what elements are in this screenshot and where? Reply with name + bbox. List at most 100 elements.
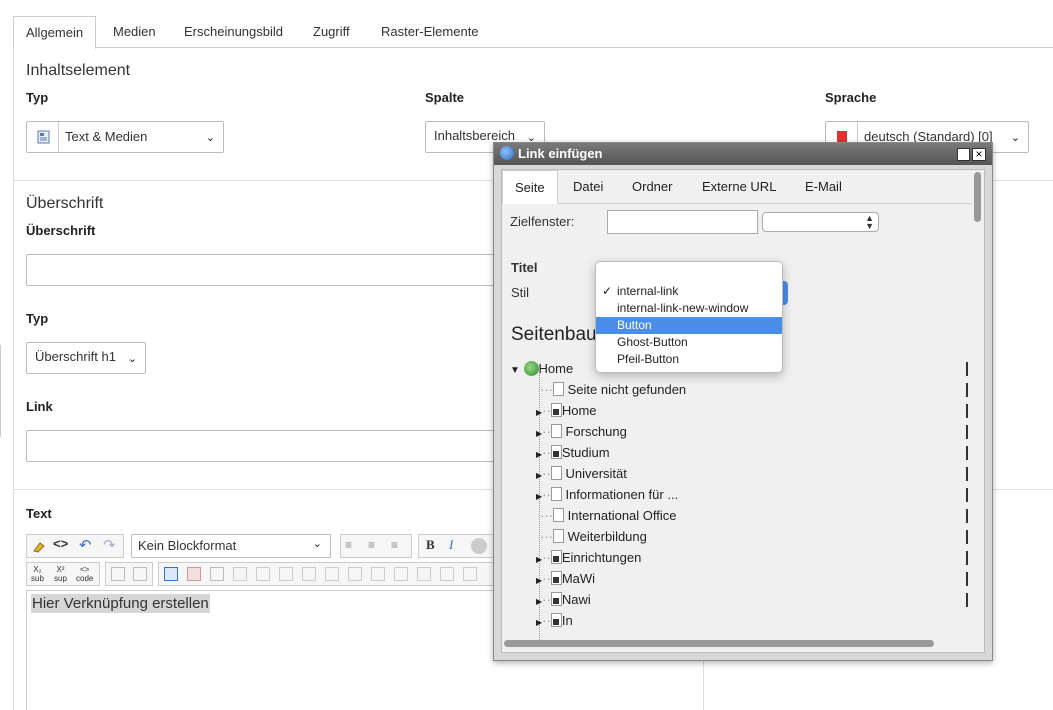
typ-select-value: Text & Medien [65,129,148,144]
tree-item-label: Nawi [561,592,591,607]
blockquote-icon[interactable] [111,567,125,581]
stil-option-pfeil-button[interactable]: Pfeil-Button [596,351,782,368]
rte-toolbar-row-1: <> ↶ ↷ Kein Blockformat ⌄ ≡ ≡ ≡ B I [26,534,496,558]
chevron-down-icon: ⌄ [127,353,137,365]
stil-option-button[interactable]: Button [596,317,782,334]
tree-root[interactable]: ▼ Home [510,358,573,379]
header-typ-select[interactable]: Überschrift h1 ⌄ [26,342,146,374]
vertical-scrollbar-thumb[interactable] [974,172,981,222]
row-insert-after-icon[interactable] [256,567,270,581]
tree-item-label: Informationen für ... [565,487,679,502]
tree-item[interactable]: ▶·· Studium [536,442,610,463]
page-icon [553,508,564,522]
align-left-icon[interactable]: ≡ [345,538,352,552]
zielfenster-select[interactable]: ▲ ▼ [762,212,879,232]
col-insert-after-icon[interactable] [348,567,362,581]
align-group: ≡ ≡ ≡ [340,534,412,558]
link-dialog-titlebar[interactable]: Link einfügen × [494,143,992,165]
stil-option-ghost-button[interactable]: Ghost-Button [596,334,782,351]
tree-item[interactable]: ··· Seite nicht gefunden [540,379,686,400]
tab-medien[interactable]: Medien [101,16,168,48]
table-icon[interactable] [164,567,178,581]
dialog-tab-ordner[interactable]: Ordner [620,170,684,204]
tree-item[interactable]: ··· International Office [540,505,677,526]
italic-icon[interactable]: I [449,537,453,553]
col-insert-icon[interactable] [325,567,339,581]
tree-item-label: Seite nicht gefunden [567,382,687,397]
chevron-down-icon: ⌄ [312,538,322,550]
tab-allgemein[interactable]: Allgemein [13,16,97,49]
tree-item[interactable]: ▶·· Universität [536,463,627,484]
shortcut-page-icon [550,592,562,606]
dialog-tab-bar: Seite Datei Ordner Externe URL E-Mail [502,170,972,204]
tree-root-label: Home [538,361,574,376]
blockformat-select[interactable]: Kein Blockformat ⌄ [131,534,331,558]
source-code-icon[interactable]: <> [53,536,68,551]
dialog-tab-externe-url[interactable]: Externe URL [690,170,788,204]
cell-insert-icon[interactable] [440,567,454,581]
dialog-tab-seite[interactable]: Seite [502,170,558,204]
tab-zugriff[interactable]: Zugriff [301,16,362,48]
table-props-icon[interactable] [187,567,201,581]
close-icon[interactable]: × [972,148,986,161]
cell-props-icon[interactable] [417,567,431,581]
align-center-icon[interactable]: ≡ [368,538,375,552]
stil-option-internal-link[interactable]: ✓ internal-link [596,283,782,300]
tree-item-label: International Office [567,508,677,523]
tree-item[interactable]: ··· Weiterbildung [540,526,647,547]
code-icon[interactable]: <> code [76,565,93,583]
ueberschrift-label: Überschrift [26,223,96,238]
expand-down-icon[interactable]: ▼ [510,365,520,376]
select-arrows-icon: ▲ ▼ [865,213,874,231]
link-input[interactable] [26,430,496,462]
bold-icon[interactable]: B [426,537,435,553]
dialog-tab-datei[interactable]: Datei [561,170,615,204]
justify-icon[interactable]: ≡ [391,538,398,552]
header-typ-value: Überschrift h1 [35,349,116,364]
tree-item[interactable]: ▶·· Home [536,400,597,421]
shortcut-page-icon [550,550,562,564]
row-props-icon[interactable] [210,567,224,581]
chevron-down-icon: ⌄ [205,132,215,144]
shortcut-page-icon [550,613,562,627]
clean-format-icon[interactable] [31,538,47,554]
zielfenster-label: Zielfenster: [510,214,575,229]
inhaltselement-title: Inhaltselement [26,62,131,79]
row-insert-icon[interactable] [233,567,247,581]
undo-icon[interactable]: ↶ [79,536,92,554]
tree-item-label: Weiterbildung [567,529,647,544]
col-split-icon[interactable] [394,567,408,581]
dialog-tab-email[interactable]: E-Mail [793,170,854,204]
typ-select[interactable]: Text & Medien ⌄ [26,121,224,153]
tree-item[interactable]: ▶·· Nawi [536,589,591,610]
tree-item-label: Home [561,403,597,418]
tree-item[interactable]: ▶·· In [536,610,573,631]
link-dialog: Link einfügen × Seite Datei Ordner Exter… [493,142,993,661]
redo-icon[interactable]: ↷ [103,536,116,554]
superscript-icon[interactable]: X² sup [54,565,67,583]
page-icon [550,466,562,480]
tab-raster-elemente[interactable]: Raster-Elemente [369,16,491,48]
col-props-icon[interactable] [302,567,316,581]
tree-item[interactable]: ▶·· Informationen für ... [536,484,678,505]
stil-dropdown-menu: ✓ internal-link internal-link-new-window… [595,261,783,373]
link-globe-icon[interactable] [471,538,487,554]
tree-item[interactable]: ▶·· MaWi [536,568,595,589]
subscript-icon[interactable]: X₂ sub [31,565,44,583]
tab-erscheinungsbild[interactable]: Erscheinungsbild [172,16,295,48]
tree-item-label: Forschung [565,424,627,439]
div-icon[interactable] [133,567,147,581]
tree-item[interactable]: ▶·· Einrichtungen [536,547,641,568]
maximize-icon[interactable] [957,148,970,161]
stil-option-internal-link-new-window[interactable]: internal-link-new-window [596,300,782,317]
cell-merge-icon[interactable] [463,567,477,581]
horizontal-scrollbar-thumb[interactable] [504,640,934,647]
col-delete-icon[interactable] [371,567,385,581]
zielfenster-input[interactable] [607,210,758,234]
tree-item[interactable]: ▶·· Forschung [536,421,627,442]
rte-selected-text[interactable]: Hier Verknüpfung erstellen [31,594,210,613]
table-group [158,562,496,586]
row-delete-icon[interactable] [279,567,293,581]
sprache-label: Sprache [825,90,877,105]
ueberschrift-input[interactable] [26,254,496,286]
